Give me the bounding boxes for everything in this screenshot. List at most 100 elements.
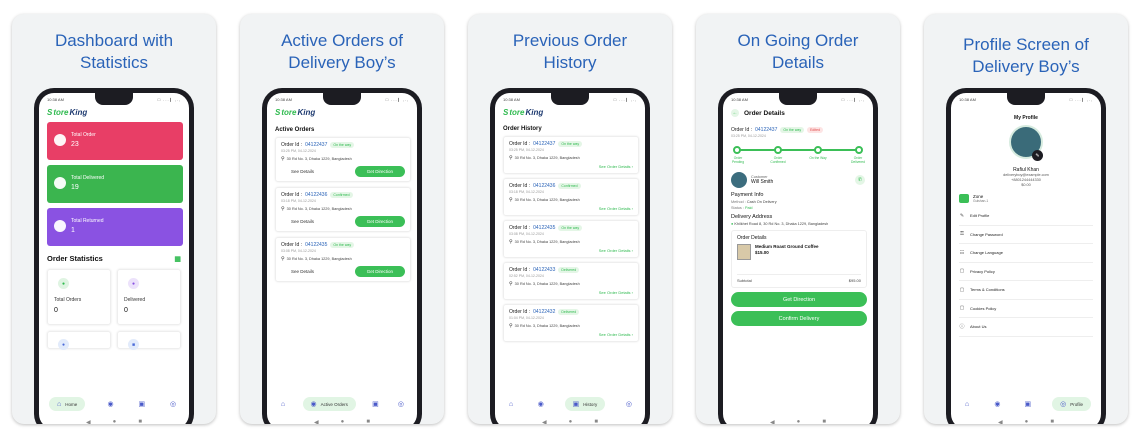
tab-active-orders[interactable]: ◉ [535, 397, 547, 411]
order-card: Order Id :04122435 On the way 03:08 PM, 0… [275, 237, 411, 282]
get-direction-button[interactable]: Get Direction [354, 266, 405, 277]
menu-item-terms-conditions[interactable]: ▢ Terms & Conditions [959, 281, 1093, 300]
section-title: Order Statistics [47, 254, 103, 263]
nav-back-icon[interactable]: ◀ [542, 419, 547, 425]
step-label: On the Way [809, 156, 827, 160]
nav-recents-icon[interactable]: ■ [138, 419, 142, 424]
status-badge: On the way [558, 141, 583, 147]
nav-back-icon[interactable]: ◀ [770, 419, 775, 425]
see-order-details-link[interactable]: See Order Details › [509, 290, 633, 295]
tab-active-orders[interactable]: ◉ [991, 397, 1003, 411]
see-order-details-link[interactable]: See Order Details › [509, 332, 633, 337]
status-icons: □ ...∥ ,., [841, 96, 865, 102]
tab-home[interactable]: ⌂ [505, 397, 517, 411]
caption: Previous Order History [512, 31, 628, 72]
see-details-button[interactable]: See Details [281, 267, 324, 276]
nav-recents-icon[interactable]: ■ [822, 419, 826, 424]
order-address: 30 Rd No. 3, Dhaka 1229, Bangladesh [514, 156, 580, 160]
tab-history[interactable]: ▣ [369, 397, 381, 411]
status-icons: □ ...∥ ,., [385, 96, 409, 102]
total-returned-tile[interactable]: Total Returned 1 [47, 208, 183, 246]
tab-profile[interactable]: ◎ [623, 397, 635, 411]
order-id-label: Order Id : [281, 192, 303, 198]
status-badge: On the way [330, 142, 355, 148]
status-badge: On the way [780, 127, 805, 133]
nav-recents-icon[interactable]: ■ [594, 419, 598, 424]
order-time: 03:18 PM, 04-12-2024 [281, 199, 316, 203]
nav-home-icon[interactable]: ● [797, 419, 801, 424]
history-icon: ▣ [138, 401, 146, 408]
see-order-details-link[interactable]: See Order Details › [509, 164, 633, 169]
edit-pencil-icon[interactable]: ✎ [1032, 150, 1043, 161]
tab-active-orders[interactable]: ◉ Active Orders [302, 397, 356, 411]
order-address: 30 Rd No. 3, Dhaka 1229, Bangladesh [514, 324, 580, 328]
status-time: 10:38 AM [47, 96, 64, 102]
nav-back-icon[interactable]: ◀ [86, 419, 91, 425]
call-icon[interactable]: ✆ [855, 175, 865, 185]
phone-screen: 10:38 AM □ ...∥ ,., Store King Active Orde… [267, 93, 417, 424]
tab-profile[interactable]: ◎ Profile [1052, 397, 1091, 411]
back-arrow-icon[interactable]: ← [731, 109, 739, 117]
delivered-icon [54, 177, 66, 189]
total-order-tile[interactable]: Total Order 23 [47, 122, 183, 160]
order-id-label: Order Id : [281, 142, 303, 148]
bottom-tab-bar: ⌂ ◉ Active Orders ▣ ◎ [271, 395, 413, 413]
nav-home-icon[interactable]: ● [569, 419, 573, 424]
step-label: Order Pending [731, 156, 745, 164]
menu-item-edit-profile[interactable]: ✎ Edit Profile [959, 207, 1093, 226]
tab-home[interactable]: ⌂ Home [49, 397, 86, 411]
order-time: 03:08 PM, 04-12-2024 [509, 232, 544, 236]
menu-item-change-language[interactable]: ☷ Change Language [959, 244, 1093, 263]
order-id-label: Order Id : [281, 242, 303, 248]
order-address: 30 Rd No. 3, Dhaka 1229, Bangladesh [514, 282, 580, 286]
camera-notch [551, 93, 589, 105]
progress-step-dot [814, 146, 823, 154]
history-order-card: Order Id :04122433 Delivered 02:52 PM, 04-… [503, 262, 639, 300]
menu-item-privacy-policy[interactable]: ▢ Privacy Policy [959, 263, 1093, 281]
tile-label: Total Delivered [71, 175, 105, 181]
tab-history[interactable]: ▣ [136, 397, 148, 411]
order-address: 30 Rd No. 3, Dhaka 1229, Bangladesh [286, 207, 352, 211]
menu-item-cookies-policy[interactable]: ▢ Cookies Policy [959, 300, 1093, 318]
nav-recents-icon[interactable]: ■ [1050, 419, 1054, 424]
nav-home-icon[interactable]: ● [341, 419, 345, 424]
get-direction-button[interactable]: Get Direction [354, 166, 405, 177]
nav-recents-icon[interactable]: ■ [366, 419, 370, 424]
nav-back-icon[interactable]: ◀ [998, 419, 1003, 425]
see-details-button[interactable]: See Details [281, 217, 324, 226]
order-id-label: Order Id : [509, 141, 531, 147]
nav-back-icon[interactable]: ◀ [314, 419, 319, 425]
tab-profile[interactable]: ◎ [167, 397, 179, 411]
menu-item-label: Terms & Conditions [970, 287, 1005, 293]
tab-history[interactable]: ▣ [1022, 397, 1034, 411]
progress-step-dot [773, 146, 782, 154]
stat-value: 0 [54, 307, 58, 314]
tab-profile[interactable]: ◎ [395, 397, 407, 411]
see-details-button[interactable]: See Details [281, 167, 324, 176]
tab-active-orders[interactable]: ◉ [105, 397, 117, 411]
see-order-details-link[interactable]: See Order Details › [509, 206, 633, 211]
menu-item-icon: ⓘ [959, 324, 965, 331]
calendar-icon[interactable]: ▦ [174, 255, 181, 263]
phone-screen: 10:38 AM □ ...∥ ,., Store King Order Histo… [495, 93, 645, 424]
tab-home[interactable]: ⌂ [961, 397, 973, 411]
get-direction-button[interactable]: Get Direction [354, 216, 405, 227]
phone-screen: 10:38 AM □ ...∥ ,., ← Order Details Order … [723, 93, 873, 424]
see-order-details-link[interactable]: See Order Details › [509, 248, 633, 253]
get-direction-button[interactable]: Get Direction [731, 292, 867, 307]
nav-home-icon[interactable]: ● [113, 419, 117, 424]
order-id-label: Order Id : [509, 183, 531, 189]
nav-home-icon[interactable]: ● [1025, 419, 1029, 424]
menu-item-change-password[interactable]: ⚿ Change Password [959, 226, 1093, 244]
status-time: 10:38 AM [731, 96, 748, 102]
tab-home[interactable]: ⌂ [277, 397, 289, 411]
phone-frame: 10:38 AM □ ...∥ ,., Store King Active Orde… [262, 88, 422, 424]
step-label: Order Confirmed [770, 156, 786, 164]
tab-history[interactable]: ▣ History [564, 397, 606, 411]
details-header: ← Order Details [723, 105, 873, 121]
confirm-delivery-button[interactable]: Confirm Delivery [731, 311, 867, 326]
total-delivered-tile[interactable]: Total Delivered 19 [47, 165, 183, 203]
history-icon: ▣ [572, 401, 580, 408]
menu-item-about-us[interactable]: ⓘ About Us [959, 318, 1093, 337]
caption: Active Orders of Delivery Boy’s [281, 31, 403, 72]
